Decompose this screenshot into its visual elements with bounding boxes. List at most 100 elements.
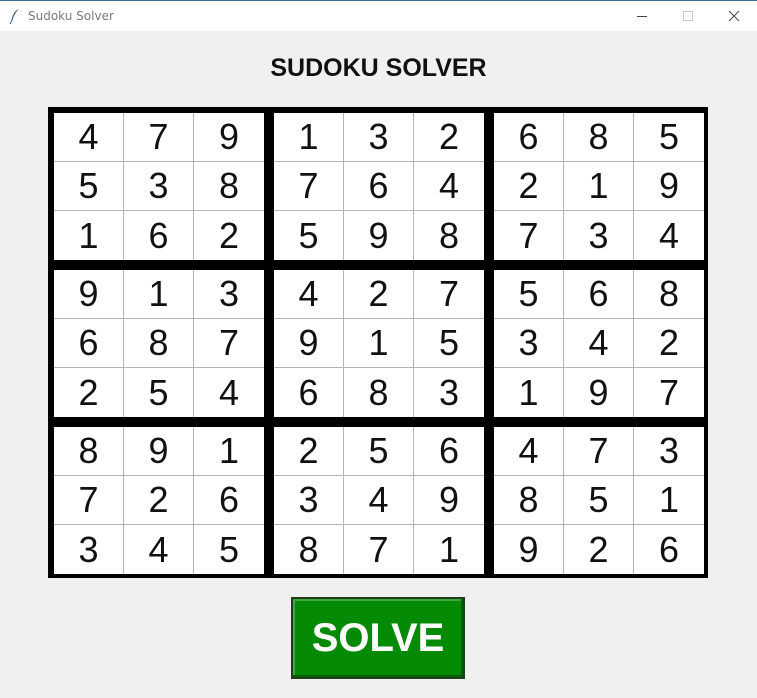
sudoku-cell[interactable]: 2	[634, 319, 704, 368]
sudoku-cell[interactable]: 2	[414, 113, 484, 162]
page-title: SUDOKU SOLVER	[270, 54, 487, 82]
sudoku-box: 256 349 871	[274, 427, 484, 574]
sudoku-cell[interactable]: 1	[634, 476, 704, 525]
sudoku-cell[interactable]: 6	[274, 368, 344, 417]
sudoku-cell[interactable]: 3	[54, 525, 124, 574]
sudoku-cell[interactable]: 6	[414, 427, 484, 476]
sudoku-cell[interactable]: 5	[564, 476, 634, 525]
sudoku-cell[interactable]: 9	[344, 211, 414, 260]
sudoku-cell[interactable]: 6	[564, 270, 634, 319]
sudoku-cell[interactable]: 1	[344, 319, 414, 368]
sudoku-cell[interactable]: 3	[564, 211, 634, 260]
sudoku-cell[interactable]: 7	[564, 427, 634, 476]
sudoku-cell[interactable]: 4	[414, 162, 484, 211]
sudoku-cell[interactable]: 6	[54, 319, 124, 368]
minimize-button[interactable]	[619, 1, 665, 31]
sudoku-cell[interactable]: 8	[54, 427, 124, 476]
sudoku-cell[interactable]: 2	[54, 368, 124, 417]
close-button[interactable]	[711, 1, 757, 31]
sudoku-cell[interactable]: 4	[194, 368, 264, 417]
sudoku-cell[interactable]: 1	[414, 525, 484, 574]
sudoku-cell[interactable]: 8	[414, 211, 484, 260]
maximize-icon	[683, 11, 693, 21]
sudoku-cell[interactable]: 4	[494, 427, 564, 476]
sudoku-cell[interactable]: 8	[274, 525, 344, 574]
sudoku-cell[interactable]: 3	[194, 270, 264, 319]
sudoku-cell[interactable]: 8	[344, 368, 414, 417]
sudoku-cell[interactable]: 5	[494, 270, 564, 319]
sudoku-cell[interactable]: 7	[634, 368, 704, 417]
sudoku-cell[interactable]: 3	[274, 476, 344, 525]
sudoku-cell[interactable]: 2	[194, 211, 264, 260]
sudoku-cell[interactable]: 3	[634, 427, 704, 476]
sudoku-cell[interactable]: 9	[414, 476, 484, 525]
sudoku-cell[interactable]: 4	[634, 211, 704, 260]
sudoku-cell[interactable]: 1	[194, 427, 264, 476]
minimize-icon	[637, 16, 647, 17]
sudoku-box: 427 915 683	[274, 270, 484, 417]
sudoku-box: 685 219 734	[494, 113, 704, 260]
sudoku-cell[interactable]: 7	[124, 113, 194, 162]
sudoku-cell[interactable]: 2	[344, 270, 414, 319]
sudoku-cell[interactable]: 9	[274, 319, 344, 368]
sudoku-cell[interactable]: 2	[494, 162, 564, 211]
sudoku-cell[interactable]: 3	[494, 319, 564, 368]
sudoku-cell[interactable]: 5	[194, 525, 264, 574]
sudoku-cell[interactable]: 7	[274, 162, 344, 211]
sudoku-cell[interactable]: 3	[414, 368, 484, 417]
sudoku-cell[interactable]: 1	[494, 368, 564, 417]
sudoku-box: 913 687 254	[54, 270, 264, 417]
sudoku-cell[interactable]: 8	[634, 270, 704, 319]
sudoku-cell[interactable]: 3	[124, 162, 194, 211]
sudoku-cell[interactable]: 4	[274, 270, 344, 319]
sudoku-cell[interactable]: 4	[124, 525, 194, 574]
sudoku-cell[interactable]: 8	[564, 113, 634, 162]
sudoku-cell[interactable]: 1	[274, 113, 344, 162]
sudoku-cell[interactable]: 7	[494, 211, 564, 260]
solve-button[interactable]: SOLVE	[291, 597, 465, 679]
sudoku-cell[interactable]: 5	[54, 162, 124, 211]
sudoku-cell[interactable]: 3	[344, 113, 414, 162]
maximize-button[interactable]	[665, 1, 711, 31]
sudoku-cell[interactable]: 5	[634, 113, 704, 162]
sudoku-cell[interactable]: 4	[564, 319, 634, 368]
sudoku-cell[interactable]: 9	[124, 427, 194, 476]
sudoku-cell[interactable]: 9	[634, 162, 704, 211]
sudoku-cell[interactable]: 6	[194, 476, 264, 525]
sudoku-cell[interactable]: 7	[344, 525, 414, 574]
sudoku-cell[interactable]: 7	[414, 270, 484, 319]
sudoku-cell[interactable]: 7	[54, 476, 124, 525]
sudoku-box: 891 726 345	[54, 427, 264, 574]
sudoku-cell[interactable]: 2	[124, 476, 194, 525]
close-icon	[728, 10, 740, 22]
sudoku-cell[interactable]: 5	[414, 319, 484, 368]
sudoku-cell[interactable]: 5	[274, 211, 344, 260]
feather-icon	[9, 9, 19, 24]
sudoku-cell[interactable]: 1	[124, 270, 194, 319]
sudoku-cell[interactable]: 9	[564, 368, 634, 417]
sudoku-cell[interactable]: 4	[344, 476, 414, 525]
sudoku-cell[interactable]: 4	[54, 113, 124, 162]
sudoku-cell[interactable]: 8	[494, 476, 564, 525]
sudoku-cell[interactable]: 7	[194, 319, 264, 368]
sudoku-cell[interactable]: 9	[54, 270, 124, 319]
sudoku-box: 479 538 162	[54, 113, 264, 260]
title-bar: Sudoku Solver	[0, 0, 757, 31]
sudoku-cell[interactable]: 1	[564, 162, 634, 211]
window-title: Sudoku Solver	[28, 9, 114, 23]
sudoku-cell[interactable]: 8	[194, 162, 264, 211]
sudoku-box: 473 851 926	[494, 427, 704, 574]
sudoku-cell[interactable]: 2	[564, 525, 634, 574]
sudoku-cell[interactable]: 6	[124, 211, 194, 260]
sudoku-cell[interactable]: 6	[634, 525, 704, 574]
sudoku-cell[interactable]: 6	[344, 162, 414, 211]
sudoku-board: 4795381621327645986852197349136872544279…	[48, 107, 708, 578]
sudoku-cell[interactable]: 5	[124, 368, 194, 417]
sudoku-cell[interactable]: 6	[494, 113, 564, 162]
sudoku-cell[interactable]: 2	[274, 427, 344, 476]
sudoku-cell[interactable]: 1	[54, 211, 124, 260]
sudoku-cell[interactable]: 9	[194, 113, 264, 162]
sudoku-cell[interactable]: 9	[494, 525, 564, 574]
sudoku-cell[interactable]: 5	[344, 427, 414, 476]
sudoku-cell[interactable]: 8	[124, 319, 194, 368]
